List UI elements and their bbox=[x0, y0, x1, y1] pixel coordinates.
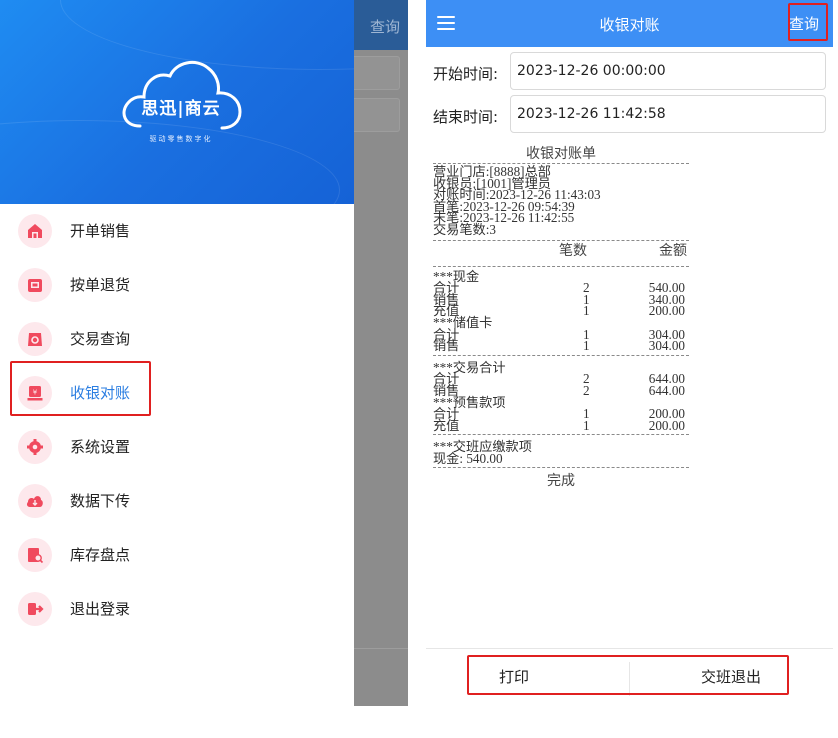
button-divider bbox=[629, 662, 630, 696]
menu-item-open-sale[interactable]: 开单销售 bbox=[0, 204, 354, 258]
svg-text:¥: ¥ bbox=[33, 389, 38, 397]
start-time-label: 开始时间: bbox=[433, 65, 499, 83]
end-time-label: 结束时间: bbox=[433, 108, 499, 126]
brand-logo: 思迅|商云 驱动零售数字化 bbox=[118, 56, 244, 148]
gear-icon bbox=[18, 430, 52, 464]
inventory-check-icon bbox=[18, 538, 52, 572]
right-screen: 收银对账 查询 开始时间: 结束时间: 收银对账单 营业门店:[8888]总部 … bbox=[426, 0, 833, 706]
menu-label: 退出登录 bbox=[70, 600, 131, 618]
start-time-input[interactable] bbox=[510, 52, 826, 90]
receipt-title: 收银对账单 bbox=[526, 146, 596, 162]
menu-item-logout[interactable]: 退出登录 bbox=[0, 582, 354, 636]
menu-item-inventory-check[interactable]: 库存盘点 bbox=[0, 528, 354, 582]
menu-label: 开单销售 bbox=[70, 222, 131, 240]
cashier-reconcile-icon: ¥ bbox=[18, 376, 52, 410]
count-header: 笔数 bbox=[559, 242, 587, 259]
print-button[interactable]: 打印 bbox=[499, 666, 529, 687]
menu-label: 数据下传 bbox=[70, 492, 131, 510]
receipt-row: 充值 1 200.00 bbox=[433, 417, 685, 433]
handover-exit-button[interactable]: 交班退出 bbox=[701, 666, 761, 687]
menu-label: 收银对账 bbox=[70, 384, 131, 402]
menu-item-cashier-reconcile[interactable]: ¥ 收银对账 bbox=[0, 366, 354, 420]
dimmed-query-label: 查询 bbox=[370, 18, 401, 36]
divider bbox=[433, 434, 689, 436]
divider bbox=[433, 265, 689, 267]
menu-item-transaction-query[interactable]: 交易查询 bbox=[0, 312, 354, 366]
top-bar: 收银对账 查询 bbox=[426, 0, 833, 47]
divider bbox=[433, 354, 689, 356]
handover-cash-line: 现金: 540.00 bbox=[433, 450, 503, 466]
divider bbox=[433, 467, 689, 469]
brand-title: 思迅|商云 bbox=[141, 99, 221, 119]
amount-header: 金额 bbox=[659, 242, 687, 259]
navigation-drawer: 思迅|商云 驱动零售数字化 开单销售 按单退货 交易查询 ¥ 收银对账 系统设置… bbox=[0, 0, 354, 706]
divider bbox=[433, 239, 689, 241]
dimmed-start-field bbox=[350, 56, 400, 90]
cloud-download-icon bbox=[18, 484, 52, 518]
brand-slogan: 驱动零售数字化 bbox=[149, 135, 213, 143]
menu-label: 库存盘点 bbox=[70, 546, 131, 564]
receipt-column-headers: 笔数 金额 bbox=[433, 243, 689, 265]
page-title: 收银对账 bbox=[599, 16, 660, 34]
menu-item-system-settings[interactable]: 系统设置 bbox=[0, 420, 354, 474]
receipt-done-text: 完成 bbox=[547, 473, 575, 490]
menu-label: 交易查询 bbox=[70, 330, 131, 348]
menu-label: 系统设置 bbox=[70, 438, 131, 456]
end-time-input[interactable] bbox=[510, 95, 826, 133]
drawer-header: 思迅|商云 驱动零售数字化 bbox=[0, 0, 354, 204]
receipt-row: 销售 1 304.00 bbox=[433, 338, 685, 354]
menu-item-order-return[interactable]: 按单退货 bbox=[0, 258, 354, 312]
left-screen: 查询 思迅|商云 驱动零售数字化 开单销售 按单退货 交易查询 ¥ 收银对账 系… bbox=[0, 0, 408, 706]
return-order-icon bbox=[18, 268, 52, 302]
dimmed-bottom-line bbox=[350, 648, 408, 649]
transaction-search-icon bbox=[18, 322, 52, 356]
query-button[interactable]: 查询 bbox=[789, 13, 819, 34]
start-time-row: 开始时间: bbox=[426, 52, 833, 92]
store-icon bbox=[18, 214, 52, 248]
menu-item-data-download[interactable]: 数据下传 bbox=[0, 474, 354, 528]
logout-icon bbox=[18, 592, 52, 626]
receipt-transaction-count: 交易笔数:3 bbox=[433, 221, 497, 237]
dimmed-end-field bbox=[350, 98, 400, 132]
reconciliation-receipt: 收银对账单 营业门店:[8888]总部 收银员:[1001]管理员 对账时间:2… bbox=[433, 146, 689, 490]
end-time-row: 结束时间: bbox=[426, 95, 833, 135]
menu-label: 按单退货 bbox=[70, 276, 131, 294]
